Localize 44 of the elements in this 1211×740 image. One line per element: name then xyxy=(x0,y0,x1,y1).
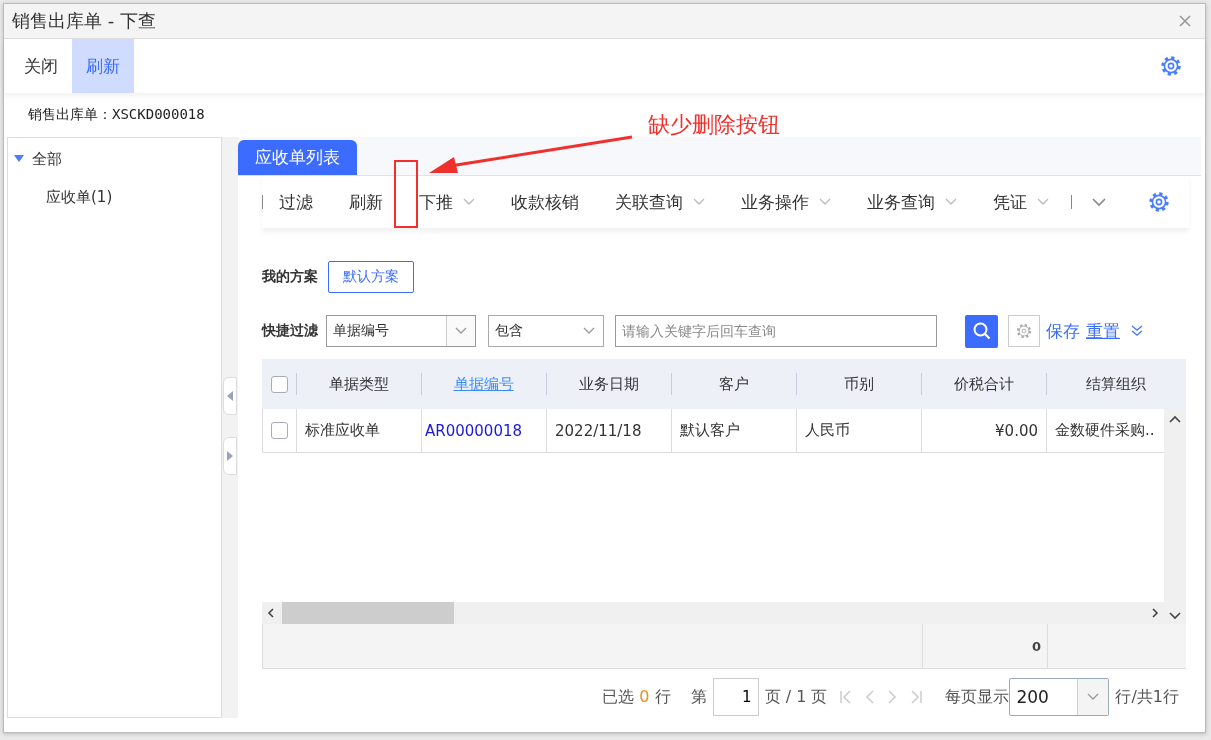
page-prefix-text: 第 xyxy=(690,686,707,708)
table-cell: 金数硬件采购.. xyxy=(1055,421,1155,440)
column-header: 业务日期 xyxy=(578,374,639,394)
quick-filter-label: 快捷过滤 xyxy=(262,322,318,340)
toolbar-action[interactable]: 下推 xyxy=(419,190,475,214)
per-page-dropdown[interactable]: 200 xyxy=(1009,678,1110,716)
toolbar-action[interactable]: 关联查询 xyxy=(615,190,705,214)
column-header: 单据类型 xyxy=(328,374,389,394)
operator-dropdown[interactable]: 包含 xyxy=(488,315,604,347)
total-value: 0 xyxy=(1031,638,1041,654)
page-total-text: 页 / 1 页 xyxy=(764,686,828,708)
source-document-label: 销售出库单：XSCKD000018 xyxy=(28,106,205,124)
toolbar-action[interactable]: 刷新 xyxy=(349,190,383,214)
reset-link[interactable]: 重置 xyxy=(1080,319,1120,343)
table-cell: 2022/11/18 xyxy=(555,421,642,440)
default-scheme-button[interactable]: 默认方案 xyxy=(328,261,414,293)
column-header: 币别 xyxy=(843,374,874,394)
keyword-input-field[interactable]: 请输入关键字后回车查询 xyxy=(615,315,937,347)
window-title: 销售出库单 - 下查 xyxy=(12,9,157,33)
table-cell: 标准应收单 xyxy=(305,421,380,440)
table-cell: ¥0.00 xyxy=(995,421,1038,440)
toolbar-button[interactable]: 关闭 xyxy=(10,39,72,93)
tree-item[interactable]: 应收单(1) xyxy=(46,188,113,206)
toolbar-action[interactable]: 收款核销 xyxy=(511,190,579,214)
toolbar-action[interactable]: 业务操作 xyxy=(741,190,831,214)
page-number-field[interactable]: 1 xyxy=(712,678,759,716)
annotation-text: 缺少删除按钮 xyxy=(648,111,780,139)
per-page-label: 每页显示 xyxy=(945,686,1010,708)
tree-item[interactable]: 全部 xyxy=(32,149,62,169)
column-header: 价税合计 xyxy=(953,374,1014,394)
column-header: 结算组织 xyxy=(1086,374,1146,394)
total-rows-text: 行/共1行 xyxy=(1115,686,1179,708)
list-tab[interactable]: 应收单列表 xyxy=(238,140,357,175)
column-header: 客户 xyxy=(718,374,749,394)
save-link[interactable]: 保存 xyxy=(1040,319,1080,343)
toolbar-action[interactable]: 过滤 xyxy=(279,190,313,214)
table-cell: 人民币 xyxy=(805,421,850,440)
field-dropdown[interactable]: 单据编号 xyxy=(326,315,476,347)
scheme-label: 我的方案 xyxy=(262,268,318,286)
selected-count-text: 已选 0 行 xyxy=(602,686,671,708)
table-cell: 默认客户 xyxy=(680,421,740,440)
toolbar-action[interactable]: 业务查询 xyxy=(867,190,957,214)
toolbar-action[interactable]: 凭证 xyxy=(993,190,1049,214)
table-cell[interactable]: AR00000018 xyxy=(425,421,523,440)
